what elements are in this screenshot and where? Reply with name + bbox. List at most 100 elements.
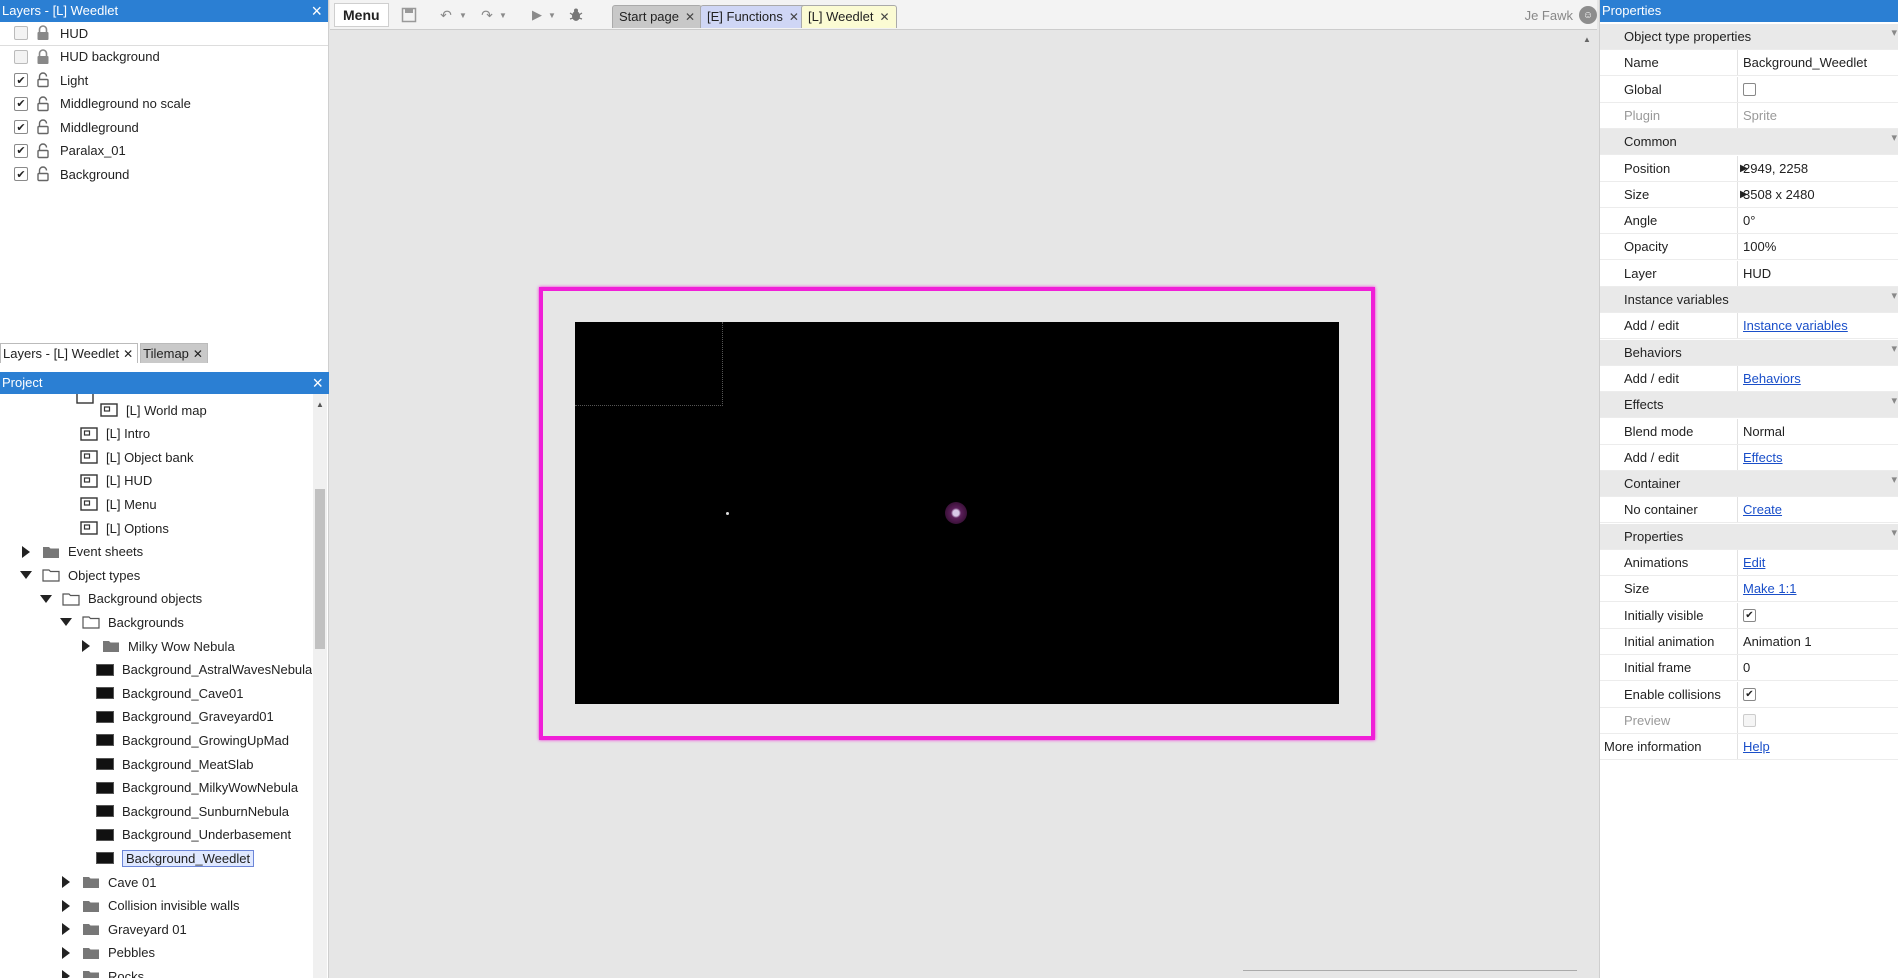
- tree-item[interactable]: Background_GrowingUpMad: [96, 729, 289, 751]
- viewport-window[interactable]: [575, 322, 1339, 704]
- canvas-scrollbar[interactable]: ▲: [1577, 31, 1597, 978]
- layer-visible-checkbox[interactable]: ✔: [14, 143, 28, 158]
- scrollbar-thumb[interactable]: [315, 489, 325, 649]
- property-section[interactable]: Properties ▾: [1600, 523, 1898, 550]
- tree-item[interactable]: Background_AstralWavesNebula: [96, 659, 312, 681]
- expand-arrow-icon[interactable]: [20, 545, 32, 558]
- tree-item[interactable]: Rocks: [60, 965, 144, 978]
- layer-row[interactable]: HUD: [0, 22, 328, 46]
- property-value[interactable]: Normal: [1743, 424, 1785, 439]
- tab-weedlet[interactable]: [L] Weedlet ✕: [801, 5, 897, 28]
- debug-icon[interactable]: [567, 6, 585, 24]
- close-icon[interactable]: ✕: [685, 10, 695, 24]
- expand-arrow-icon[interactable]: ▶: [1740, 163, 1748, 174]
- property-link[interactable]: Effects: [1743, 450, 1783, 465]
- tree-item[interactable]: Background_Weedlet: [96, 847, 255, 869]
- expand-arrow-icon[interactable]: [60, 970, 72, 978]
- tree-item[interactable]: Background_Cave01: [96, 682, 243, 704]
- expand-arrow-icon[interactable]: [60, 899, 72, 912]
- tree-item[interactable]: Background_MilkyWowNebula: [96, 777, 298, 799]
- property-link[interactable]: Instance variables: [1743, 318, 1848, 333]
- expand-arrow-icon[interactable]: [60, 923, 72, 936]
- collapse-icon[interactable]: ▾: [1891, 526, 1897, 539]
- property-section[interactable]: Object type properties ▾: [1600, 24, 1898, 50]
- tree-item[interactable]: Event sheets: [20, 541, 143, 563]
- tree-item[interactable]: Background objects: [40, 588, 202, 610]
- collapse-icon[interactable]: ▾: [1891, 131, 1897, 144]
- save-icon[interactable]: [400, 6, 418, 24]
- tree-item[interactable]: Background_Underbasement: [96, 824, 291, 846]
- project-scrollbar[interactable]: ▲: [313, 394, 327, 978]
- tab-start-page[interactable]: Start page ✕: [612, 5, 703, 28]
- tree-item[interactable]: Backgrounds: [60, 611, 184, 633]
- property-value[interactable]: 0: [1743, 660, 1750, 675]
- instance-marker[interactable]: [726, 512, 729, 515]
- property-section[interactable]: Effects ▾: [1600, 392, 1898, 419]
- tree-item[interactable]: [L] HUD: [80, 470, 152, 492]
- tree-item[interactable]: [L] Menu: [80, 493, 157, 515]
- tab-layers[interactable]: Layers - [L] Weedlet ✕: [0, 343, 139, 363]
- tree-item[interactable]: [L] Object bank: [80, 446, 193, 468]
- layer-visible-checkbox[interactable]: ✔: [14, 96, 28, 111]
- property-section[interactable]: Container ▾: [1600, 471, 1898, 498]
- layer-row[interactable]: ✔ Middleground: [0, 116, 328, 140]
- layer-visible-checkbox[interactable]: [14, 26, 28, 41]
- layer-row[interactable]: ✔ Paralax_01: [0, 140, 328, 164]
- tree-item[interactable]: Graveyard 01: [60, 918, 187, 940]
- lock-closed-icon[interactable]: [36, 25, 50, 41]
- close-icon[interactable]: ✕: [193, 347, 203, 361]
- tab-tilemap[interactable]: Tilemap ✕: [140, 343, 208, 363]
- scroll-up-icon[interactable]: ▲: [316, 400, 324, 409]
- tree-item[interactable]: Background_SunburnNebula: [96, 800, 289, 822]
- property-link[interactable]: Help: [1743, 739, 1770, 754]
- layer-row[interactable]: HUD background: [0, 46, 328, 70]
- expand-arrow-icon[interactable]: [60, 876, 72, 888]
- close-icon[interactable]: ✕: [123, 347, 133, 361]
- property-value[interactable]: 2949, 2258: [1743, 161, 1808, 176]
- redo-dropdown-icon[interactable]: ▼: [494, 6, 512, 24]
- user-info[interactable]: Je Fawk ☺: [1525, 5, 1597, 25]
- collapse-icon[interactable]: ▾: [1891, 289, 1897, 302]
- property-checkbox[interactable]: ✔: [1743, 608, 1756, 622]
- tree-item-cropped[interactable]: [76, 394, 102, 408]
- tree-item[interactable]: Pebbles: [60, 942, 155, 964]
- expand-arrow-icon[interactable]: ▶: [1740, 189, 1748, 200]
- tree-item[interactable]: [L] Options: [80, 517, 169, 539]
- collapse-icon[interactable]: ▾: [1891, 26, 1897, 39]
- tree-item[interactable]: Object types: [20, 564, 140, 586]
- property-value[interactable]: 100%: [1743, 239, 1776, 254]
- close-icon[interactable]: ×: [311, 0, 322, 22]
- layer-visible-checkbox[interactable]: ✔: [14, 73, 28, 88]
- collapse-icon[interactable]: ▾: [1891, 473, 1897, 486]
- property-value[interactable]: 0°: [1743, 213, 1755, 228]
- layer-row[interactable]: ✔ Light: [0, 69, 328, 93]
- collapse-arrow-icon[interactable]: [40, 593, 52, 605]
- property-section[interactable]: Instance variables ▾: [1600, 287, 1898, 313]
- play-dropdown-icon[interactable]: ▼: [543, 6, 561, 24]
- tree-item[interactable]: Cave 01: [60, 871, 156, 893]
- lock-open-icon[interactable]: [36, 72, 50, 88]
- layer-row[interactable]: ✔ Middleground no scale: [0, 93, 328, 117]
- tree-item[interactable]: [L] Intro: [80, 423, 150, 445]
- layer-row[interactable]: ✔ Background: [0, 163, 328, 187]
- lock-open-icon[interactable]: [36, 96, 50, 112]
- collapse-arrow-icon[interactable]: [20, 569, 32, 581]
- layer-visible-checkbox[interactable]: ✔: [14, 120, 28, 135]
- lock-open-icon[interactable]: [36, 119, 50, 135]
- property-value[interactable]: Animation 1: [1743, 634, 1812, 649]
- property-link[interactable]: Edit: [1743, 555, 1765, 570]
- menu-button[interactable]: Menu: [334, 3, 389, 27]
- property-value[interactable]: Sprite: [1743, 108, 1777, 123]
- expand-arrow-icon[interactable]: [80, 640, 92, 652]
- property-link[interactable]: Make 1:1: [1743, 581, 1796, 596]
- layer-visible-checkbox[interactable]: ✔: [14, 167, 28, 182]
- tree-item[interactable]: Background_MeatSlab: [96, 753, 254, 775]
- light-instance[interactable]: [945, 502, 967, 524]
- tree-item[interactable]: [L] World map: [100, 399, 207, 421]
- expand-arrow-icon[interactable]: [60, 946, 72, 959]
- lock-closed-icon[interactable]: [36, 48, 50, 65]
- property-value[interactable]: HUD: [1743, 266, 1771, 281]
- property-link[interactable]: Behaviors: [1743, 371, 1801, 386]
- tree-item[interactable]: Collision invisible walls: [60, 895, 240, 917]
- lock-open-icon[interactable]: [36, 166, 50, 182]
